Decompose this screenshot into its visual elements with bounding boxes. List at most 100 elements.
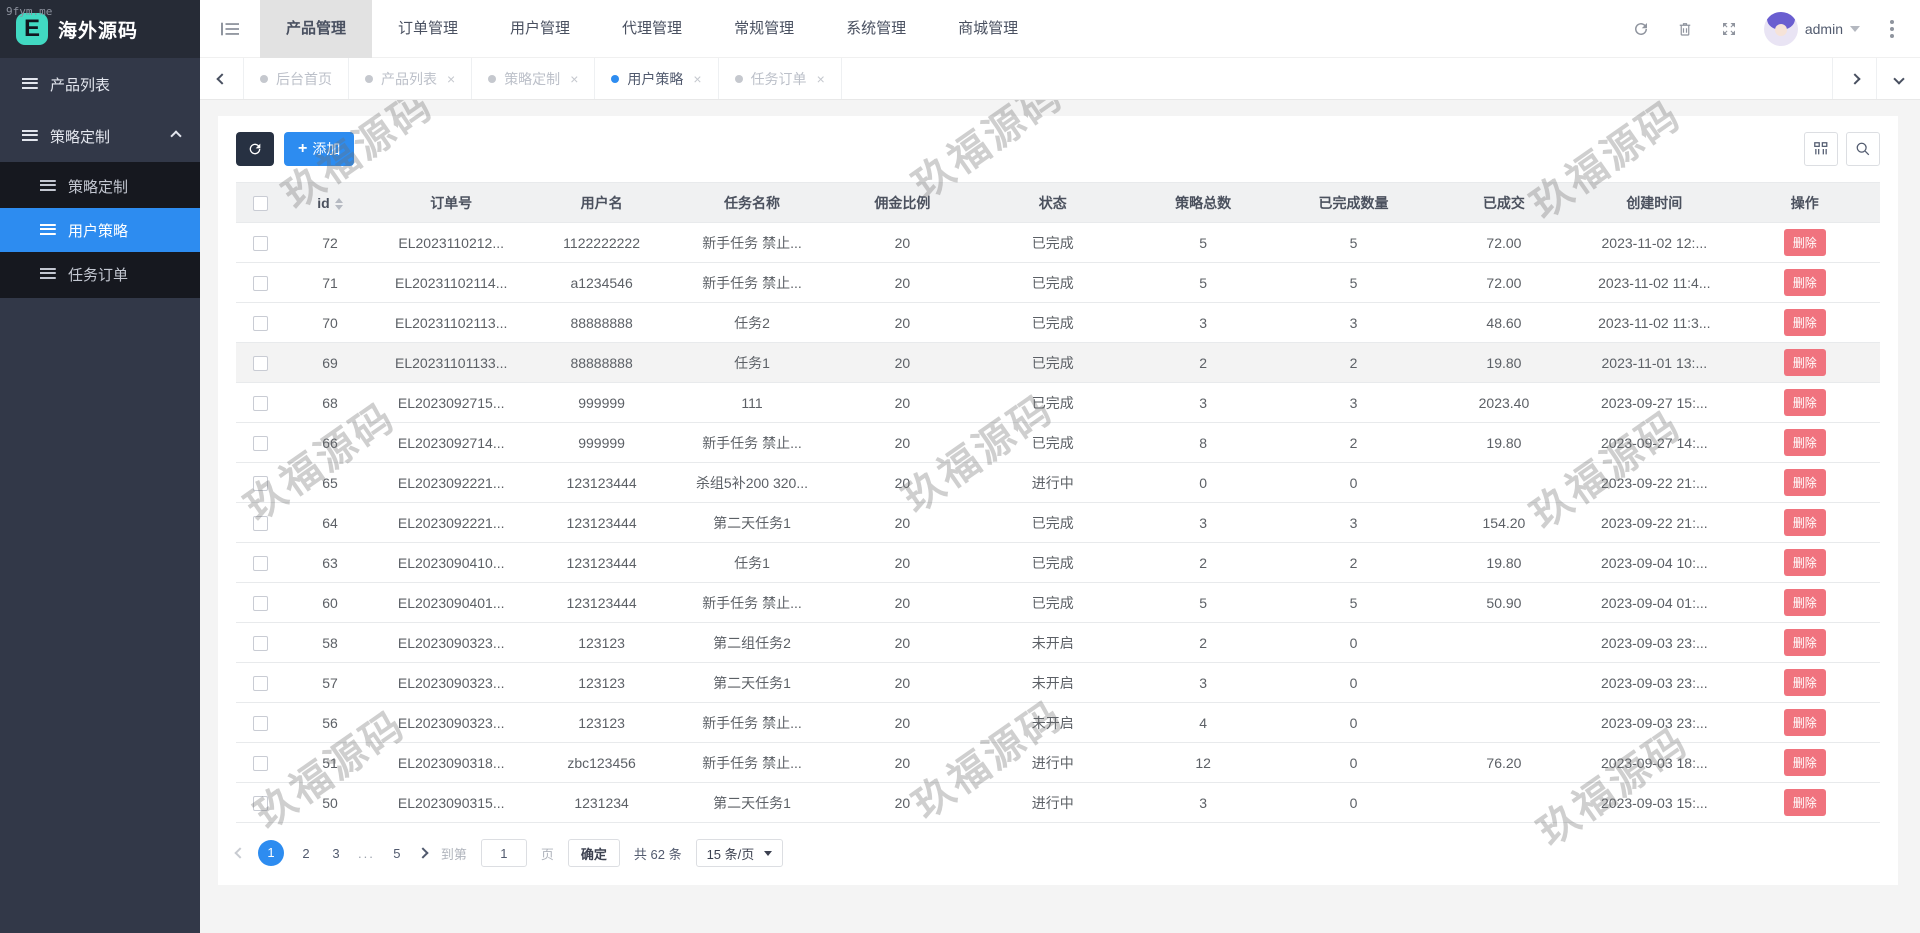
cell-username: 123123444: [526, 462, 677, 503]
close-icon[interactable]: ×: [447, 71, 455, 87]
row-checkbox-cell: [236, 662, 284, 703]
header-completed: 已完成数量: [1278, 182, 1429, 223]
goto-page-input[interactable]: [480, 839, 527, 867]
menu-agent[interactable]: 代理管理: [596, 0, 708, 58]
delete-button[interactable]: 删除: [1783, 229, 1826, 256]
tab-label: 产品列表: [381, 70, 437, 87]
delete-button[interactable]: 删除: [1783, 269, 1826, 296]
row-checkbox[interactable]: [252, 435, 268, 451]
refresh-table-button[interactable]: [236, 132, 274, 166]
add-button-label: 添加: [312, 141, 341, 157]
user-menu[interactable]: admin: [1763, 11, 1860, 46]
delete-button[interactable]: 删除: [1783, 709, 1826, 736]
close-icon[interactable]: ×: [693, 71, 701, 87]
cell-created: 2023-09-22 21:...: [1579, 502, 1730, 543]
cell-commission: 20: [827, 422, 978, 463]
row-checkbox[interactable]: [252, 235, 268, 251]
select-all-checkbox[interactable]: [252, 195, 268, 211]
menu-order[interactable]: 订单管理: [372, 0, 484, 58]
menu-system[interactable]: 系统管理: [820, 0, 932, 58]
page-2-button[interactable]: 2: [298, 846, 314, 861]
cell-actions: 删除: [1729, 462, 1880, 503]
cell-completed: 5: [1278, 262, 1429, 303]
cell-order-no: EL20231102113...: [376, 302, 527, 343]
row-checkbox[interactable]: [252, 755, 268, 771]
tabs-scroll-right[interactable]: [1832, 58, 1876, 99]
column-settings-button[interactable]: [1804, 132, 1838, 166]
sort-icon[interactable]: [334, 197, 343, 210]
tab-task-order[interactable]: 任务订单 ×: [719, 58, 842, 99]
delete-button[interactable]: 删除: [1783, 509, 1826, 536]
tabs-menu-button[interactable]: [1876, 58, 1920, 99]
delete-button[interactable]: 删除: [1783, 349, 1826, 376]
sidebar-subitem-task-order[interactable]: 任务订单: [0, 252, 200, 296]
sidebar-subitem-user-strategy[interactable]: 用户策略: [0, 208, 200, 252]
table-card: + 添加 id 订单号 用户名 任务名称 佣金比例 状态 策略总数 已完成数量 …: [218, 116, 1898, 885]
cell-order-no: EL2023090318...: [376, 742, 527, 783]
tab-strategy-custom[interactable]: 策略定制 ×: [472, 58, 596, 99]
header-actions: 操作: [1729, 182, 1880, 223]
page-3-button[interactable]: 3: [328, 846, 344, 861]
row-checkbox[interactable]: [252, 395, 268, 411]
delete-button[interactable]: 删除: [1783, 309, 1826, 336]
sidebar-subitem-strategy-custom[interactable]: 策略定制: [0, 164, 200, 208]
cell-created: 2023-11-02 12:...: [1579, 222, 1730, 263]
row-checkbox[interactable]: [252, 675, 268, 691]
delete-button[interactable]: 删除: [1783, 669, 1826, 696]
sidebar-item-strategy[interactable]: 策略定制: [0, 110, 200, 162]
header-id[interactable]: id: [284, 182, 376, 223]
page-5-button[interactable]: 5: [389, 846, 405, 861]
cell-order-no: EL2023090323...: [376, 662, 527, 703]
close-icon[interactable]: ×: [817, 71, 825, 87]
delete-button[interactable]: 删除: [1783, 429, 1826, 456]
trash-icon[interactable]: [1676, 20, 1694, 38]
delete-button[interactable]: 删除: [1783, 549, 1826, 576]
delete-button[interactable]: 删除: [1783, 589, 1826, 616]
list-icon: [22, 77, 38, 91]
refresh-icon[interactable]: [1632, 20, 1650, 38]
more-options-icon[interactable]: [1886, 16, 1898, 42]
page-size-select[interactable]: 15 条/页: [695, 839, 784, 867]
page-1-button[interactable]: 1: [258, 840, 284, 866]
delete-button[interactable]: 删除: [1783, 789, 1826, 816]
menu-mall[interactable]: 商城管理: [932, 0, 1044, 58]
row-checkbox[interactable]: [252, 715, 268, 731]
sidebar-item-label: 策略定制: [50, 128, 111, 146]
add-button[interactable]: + 添加: [284, 132, 355, 166]
list-icon: [22, 129, 38, 143]
row-checkbox[interactable]: [252, 635, 268, 651]
row-checkbox[interactable]: [252, 515, 268, 531]
menu-product[interactable]: 产品管理: [260, 0, 373, 58]
sidebar-item-product-list[interactable]: 产品列表: [0, 58, 200, 110]
tabs-scroll-left[interactable]: [200, 58, 244, 99]
next-page-button[interactable]: [417, 847, 429, 859]
delete-button[interactable]: 删除: [1783, 629, 1826, 656]
row-checkbox[interactable]: [252, 315, 268, 331]
menu-general[interactable]: 常规管理: [708, 0, 820, 58]
table-row: 58 EL2023090323... 123123 第二组任务2 20 未开启 …: [236, 622, 1880, 663]
row-checkbox[interactable]: [252, 355, 268, 371]
cell-status: 已完成: [977, 382, 1128, 423]
row-checkbox[interactable]: [252, 555, 268, 571]
cell-task-name: 第二天任务1: [676, 662, 828, 703]
row-checkbox[interactable]: [252, 795, 268, 811]
delete-button[interactable]: 删除: [1783, 389, 1826, 416]
sidebar-collapse-button[interactable]: [200, 0, 260, 58]
fullscreen-icon[interactable]: [1720, 20, 1738, 38]
search-button[interactable]: [1846, 132, 1880, 166]
row-checkbox[interactable]: [252, 275, 268, 291]
menu-user[interactable]: 用户管理: [484, 0, 596, 58]
close-icon[interactable]: ×: [570, 71, 578, 87]
confirm-page-button[interactable]: 确定: [567, 839, 620, 867]
row-checkbox[interactable]: [252, 595, 268, 611]
tab-home[interactable]: 后台首页: [244, 58, 349, 99]
tab-product-list[interactable]: 产品列表 ×: [349, 58, 473, 99]
delete-button[interactable]: 删除: [1783, 469, 1826, 496]
tab-user-strategy[interactable]: 用户策略 ×: [595, 58, 719, 99]
delete-button[interactable]: 删除: [1783, 749, 1826, 776]
cell-strategy-total: 3: [1127, 502, 1279, 543]
cell-order-no: EL2023090401...: [376, 582, 527, 623]
prev-page-button[interactable]: [234, 847, 246, 859]
cell-created: 2023-09-04 01:...: [1579, 582, 1730, 623]
row-checkbox[interactable]: [252, 475, 268, 491]
